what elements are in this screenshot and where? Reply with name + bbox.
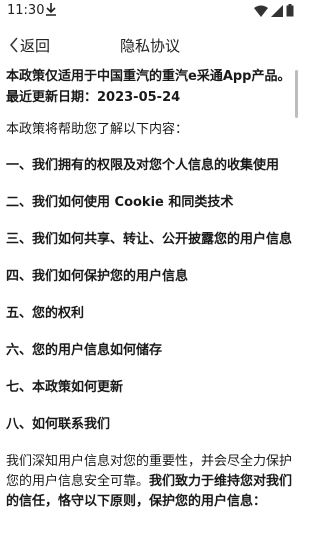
status-time: 11:30 xyxy=(7,3,45,18)
last-updated-text: 最近更新日期：2023-05-24 xyxy=(6,90,181,105)
applies-to-text: 本政策仅适用于中国重汽的重汽e采通App产品。 xyxy=(6,69,291,84)
policy-content[interactable]: 本政策仅适用于中国重汽的重汽e采通App产品。 最近更新日期：2023-05-2… xyxy=(6,66,294,536)
section-item-6[interactable]: 六、您的用户信息如何储存 xyxy=(6,341,294,361)
section-item-2[interactable]: 二、我们如何使用 Cookie 和同类技术 xyxy=(6,193,294,213)
section-item-5[interactable]: 五、您的权利 xyxy=(6,304,294,324)
download-icon xyxy=(45,1,57,21)
scrollbar[interactable] xyxy=(295,70,298,118)
wifi-icon xyxy=(254,5,268,21)
status-bar: 11:30 xyxy=(0,0,300,24)
policy-intro: 本政策仅适用于中国重汽的重汽e采通App产品。 最近更新日期：2023-05-2… xyxy=(6,66,294,108)
battery-icon xyxy=(286,4,294,21)
section-item-4[interactable]: 四、我们如何保护您的用户信息 xyxy=(6,267,294,287)
section-item-3[interactable]: 三、我们如何共享、转让、公开披露您的用户信息 xyxy=(6,230,294,250)
body-paragraph: 我们深知用户信息对您的重要性，并会尽全力保护您的用户信息安全可靠。我们致力于维持… xyxy=(6,452,294,512)
nav-bar: 返回 隐私协议 xyxy=(0,26,300,64)
status-icons xyxy=(254,4,294,21)
signal-icon xyxy=(271,4,283,21)
lead-text: 本政策将帮助您了解以下内容： xyxy=(6,122,189,137)
page-title: 隐私协议 xyxy=(119,37,180,55)
section-item-8[interactable]: 八、如何联系我们 xyxy=(6,415,294,435)
section-item-7[interactable]: 七、本政策如何更新 xyxy=(6,378,294,398)
section-item-1[interactable]: 一、我们拥有的权限及对您个人信息的收集使用 xyxy=(6,156,294,176)
